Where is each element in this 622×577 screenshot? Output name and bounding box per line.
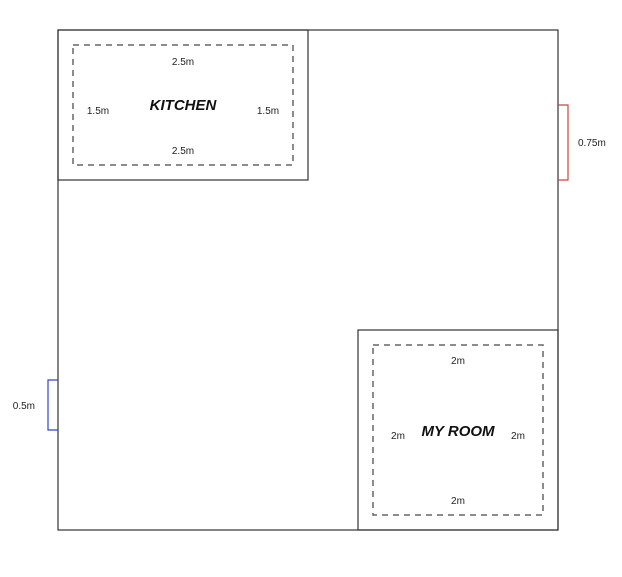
my-room-label: MY ROOM xyxy=(421,423,495,440)
floor-plan-diagram: 2.5m 2.5m 1.5m 1.5m KITCHEN 2m 2m 2m 2m … xyxy=(13,29,606,531)
kitchen-top-dimension: 2.5m xyxy=(172,57,194,68)
kitchen-label: KITCHEN xyxy=(150,97,218,114)
kitchen-room: 2.5m 2.5m 1.5m 1.5m KITCHEN xyxy=(57,29,309,181)
my-room-right-dimension: 2m xyxy=(511,431,525,442)
right-opening-label: 0.75m xyxy=(578,138,606,149)
left-opening: 0.5m xyxy=(13,379,58,431)
right-opening: 0.75m xyxy=(558,104,606,181)
my-room-left-dimension: 2m xyxy=(391,431,405,442)
my-room-bottom-dimension: 2m xyxy=(451,496,465,507)
kitchen-left-dimension: 1.5m xyxy=(87,106,109,117)
right-opening-marker xyxy=(558,104,569,181)
kitchen-right-dimension: 1.5m xyxy=(257,106,279,117)
kitchen-bottom-dimension: 2.5m xyxy=(172,146,194,157)
my-room: 2m 2m 2m 2m MY ROOM xyxy=(357,329,559,531)
my-room-top-dimension: 2m xyxy=(451,356,465,367)
left-opening-label: 0.5m xyxy=(13,401,35,412)
left-opening-marker xyxy=(47,379,58,431)
